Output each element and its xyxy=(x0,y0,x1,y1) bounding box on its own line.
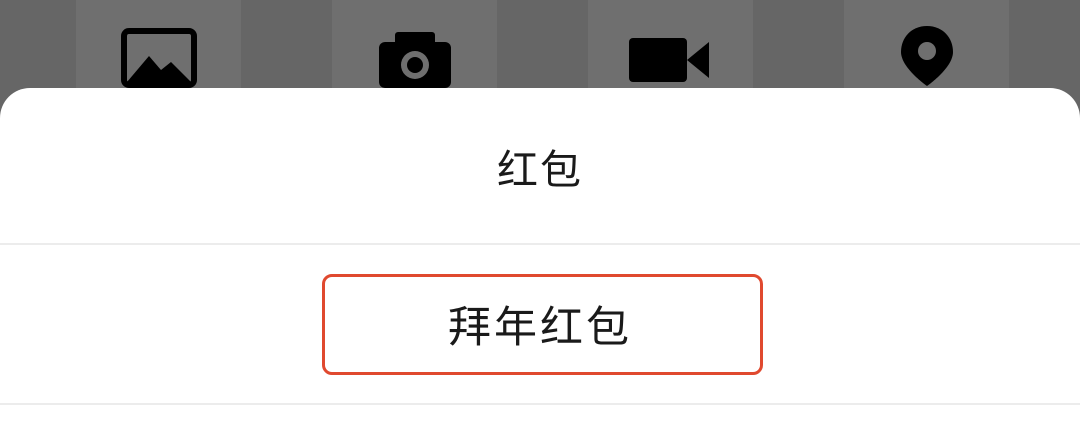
location-pin-icon xyxy=(900,26,953,86)
divider xyxy=(0,403,1080,405)
new-year-red-packet-option[interactable]: 拜年红包 xyxy=(0,245,1080,403)
sheet-title: 红包 xyxy=(497,145,583,194)
camera-icon xyxy=(378,32,451,88)
video-icon xyxy=(628,38,709,82)
image-icon xyxy=(120,28,197,88)
red-packet-action-sheet: 红包 拜年红包 xyxy=(0,88,1080,428)
